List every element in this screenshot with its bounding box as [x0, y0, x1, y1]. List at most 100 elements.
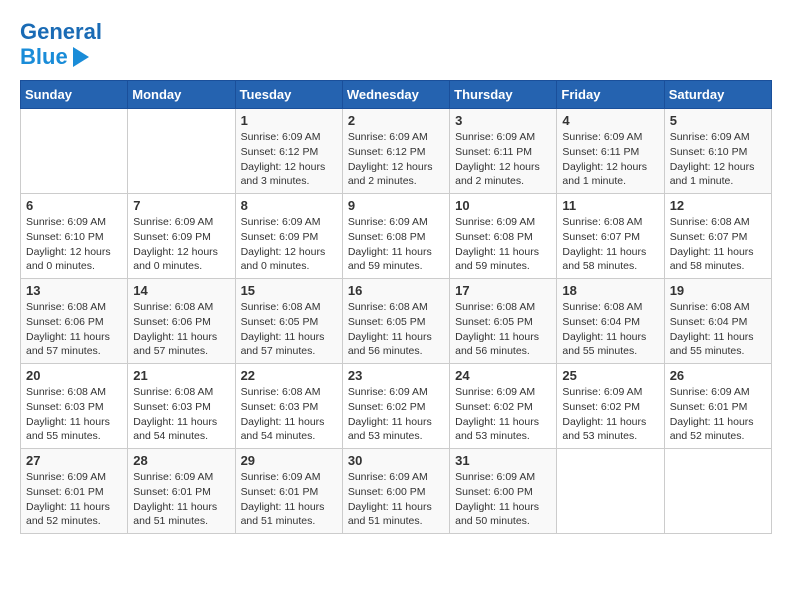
calendar-cell: 11 Sunrise: 6:08 AM Sunset: 6:07 PM Dayli… — [557, 194, 664, 279]
calendar-cell: 15Sunrise: 6:08 AM Sunset: 6:05 PM Dayli… — [235, 279, 342, 364]
logo-arrow-icon — [73, 47, 89, 67]
day-number: 3 — [455, 113, 551, 128]
day-number: 28 — [133, 453, 229, 468]
day-number: 11 — [562, 198, 658, 213]
calendar-cell: 24Sunrise: 6:09 AM Sunset: 6:02 PM Dayli… — [450, 364, 557, 449]
day-info: Sunrise: 6:09 AM Sunset: 6:00 PM Dayligh… — [455, 470, 551, 529]
day-number: 29 — [241, 453, 337, 468]
day-info: Sunrise: 6:09 AM Sunset: 6:01 PM Dayligh… — [26, 470, 122, 529]
logo-blue: Blue — [20, 44, 68, 70]
calendar-cell: 14Sunrise: 6:08 AM Sunset: 6:06 PM Dayli… — [128, 279, 235, 364]
day-info: Sunrise: 6:09 AM Sunset: 6:11 PM Dayligh… — [562, 130, 658, 189]
day-info: Sunrise: 6:08 AM Sunset: 6:04 PM Dayligh… — [562, 300, 658, 359]
day-number: 2 — [348, 113, 444, 128]
logo-text: General Blue — [20, 20, 102, 70]
day-number: 7 — [133, 198, 229, 213]
day-info: Sunrise: 6:09 AM Sunset: 6:09 PM Dayligh… — [133, 215, 229, 274]
calendar-cell: 28 Sunrise: 6:09 AM Sunset: 6:01 PM Dayli… — [128, 449, 235, 534]
day-number: 20 — [26, 368, 122, 383]
day-number: 31 — [455, 453, 551, 468]
calendar-week-4: 20 Sunrise: 6:08 AM Sunset: 6:03 PM Dayli… — [21, 364, 772, 449]
header-saturday: Saturday — [664, 81, 771, 109]
header-wednesday: Wednesday — [342, 81, 449, 109]
day-info: Sunrise: 6:09 AM Sunset: 6:02 PM Dayligh… — [562, 385, 658, 444]
page-header: General Blue — [20, 20, 772, 70]
day-info: Sunrise: 6:09 AM Sunset: 6:01 PM Dayligh… — [133, 470, 229, 529]
day-info: Sunrise: 6:09 AM Sunset: 6:12 PM Dayligh… — [348, 130, 444, 189]
day-info: Sunrise: 6:09 AM Sunset: 6:00 PM Dayligh… — [348, 470, 444, 529]
day-number: 19 — [670, 283, 766, 298]
day-number: 10 — [455, 198, 551, 213]
calendar-cell: 25 Sunrise: 6:09 AM Sunset: 6:02 PM Dayli… — [557, 364, 664, 449]
calendar-cell — [557, 449, 664, 534]
calendar-cell: 31 Sunrise: 6:09 AM Sunset: 6:00 PM Dayli… — [450, 449, 557, 534]
day-info: Sunrise: 6:09 AM Sunset: 6:08 PM Dayligh… — [455, 215, 551, 274]
day-number: 23 — [348, 368, 444, 383]
day-number: 27 — [26, 453, 122, 468]
calendar-cell: 17 Sunrise: 6:08 AM Sunset: 6:05 PM Dayli… — [450, 279, 557, 364]
calendar-cell: 30 Sunrise: 6:09 AM Sunset: 6:00 PM Dayli… — [342, 449, 449, 534]
day-number: 1 — [241, 113, 337, 128]
calendar-cell: 21 Sunrise: 6:08 AM Sunset: 6:03 PM Dayli… — [128, 364, 235, 449]
day-info: Sunrise: 6:09 AM Sunset: 6:02 PM Dayligh… — [348, 385, 444, 444]
day-info: Sunrise: 6:09 AM Sunset: 6:11 PM Dayligh… — [455, 130, 551, 189]
calendar-cell: 9 Sunrise: 6:09 AM Sunset: 6:08 PM Daylig… — [342, 194, 449, 279]
calendar-cell: 4 Sunrise: 6:09 AM Sunset: 6:11 PM Daylig… — [557, 109, 664, 194]
calendar-cell: 7 Sunrise: 6:09 AM Sunset: 6:09 PM Daylig… — [128, 194, 235, 279]
calendar-cell — [128, 109, 235, 194]
calendar-cell: 3 Sunrise: 6:09 AM Sunset: 6:11 PM Daylig… — [450, 109, 557, 194]
day-info: Sunrise: 6:09 AM Sunset: 6:12 PM Dayligh… — [241, 130, 337, 189]
calendar-table: SundayMondayTuesdayWednesdayThursdayFrid… — [20, 80, 772, 534]
calendar-cell: 12 Sunrise: 6:08 AM Sunset: 6:07 PM Dayli… — [664, 194, 771, 279]
calendar-header-row: SundayMondayTuesdayWednesdayThursdayFrid… — [21, 81, 772, 109]
day-info: Sunrise: 6:08 AM Sunset: 6:03 PM Dayligh… — [133, 385, 229, 444]
day-number: 13 — [26, 283, 122, 298]
day-number: 25 — [562, 368, 658, 383]
day-info: Sunrise: 6:09 AM Sunset: 6:09 PM Dayligh… — [241, 215, 337, 274]
day-info: Sunrise: 6:08 AM Sunset: 6:07 PM Dayligh… — [562, 215, 658, 274]
day-info: Sunrise: 6:08 AM Sunset: 6:07 PM Dayligh… — [670, 215, 766, 274]
calendar-cell: 13Sunrise: 6:08 AM Sunset: 6:06 PM Dayli… — [21, 279, 128, 364]
header-thursday: Thursday — [450, 81, 557, 109]
header-friday: Friday — [557, 81, 664, 109]
calendar-cell: 22Sunrise: 6:08 AM Sunset: 6:03 PM Dayli… — [235, 364, 342, 449]
calendar-cell: 16Sunrise: 6:08 AM Sunset: 6:05 PM Dayli… — [342, 279, 449, 364]
day-number: 4 — [562, 113, 658, 128]
day-number: 21 — [133, 368, 229, 383]
calendar-cell: 8 Sunrise: 6:09 AM Sunset: 6:09 PM Daylig… — [235, 194, 342, 279]
calendar-cell: 20 Sunrise: 6:08 AM Sunset: 6:03 PM Dayli… — [21, 364, 128, 449]
calendar-cell: 26Sunrise: 6:09 AM Sunset: 6:01 PM Dayli… — [664, 364, 771, 449]
day-info: Sunrise: 6:08 AM Sunset: 6:03 PM Dayligh… — [26, 385, 122, 444]
day-info: Sunrise: 6:09 AM Sunset: 6:10 PM Dayligh… — [670, 130, 766, 189]
calendar-cell: 1 Sunrise: 6:09 AM Sunset: 6:12 PM Daylig… — [235, 109, 342, 194]
day-number: 17 — [455, 283, 551, 298]
header-sunday: Sunday — [21, 81, 128, 109]
day-number: 30 — [348, 453, 444, 468]
day-info: Sunrise: 6:09 AM Sunset: 6:02 PM Dayligh… — [455, 385, 551, 444]
day-info: Sunrise: 6:09 AM Sunset: 6:10 PM Dayligh… — [26, 215, 122, 274]
day-number: 8 — [241, 198, 337, 213]
day-info: Sunrise: 6:08 AM Sunset: 6:06 PM Dayligh… — [133, 300, 229, 359]
logo: General Blue — [20, 20, 102, 70]
calendar-cell: 18Sunrise: 6:08 AM Sunset: 6:04 PM Dayli… — [557, 279, 664, 364]
day-number: 5 — [670, 113, 766, 128]
calendar-cell: 2 Sunrise: 6:09 AM Sunset: 6:12 PM Daylig… — [342, 109, 449, 194]
calendar-cell: 27 Sunrise: 6:09 AM Sunset: 6:01 PM Dayli… — [21, 449, 128, 534]
calendar-cell: 6Sunrise: 6:09 AM Sunset: 6:10 PM Daylig… — [21, 194, 128, 279]
day-info: Sunrise: 6:08 AM Sunset: 6:03 PM Dayligh… — [241, 385, 337, 444]
calendar-cell — [664, 449, 771, 534]
header-monday: Monday — [128, 81, 235, 109]
day-info: Sunrise: 6:09 AM Sunset: 6:08 PM Dayligh… — [348, 215, 444, 274]
calendar-cell: 19Sunrise: 6:08 AM Sunset: 6:04 PM Dayli… — [664, 279, 771, 364]
day-number: 15 — [241, 283, 337, 298]
calendar-week-3: 13 Sunrise: 6:08 AM Sunset: 6:06 PM Dayli… — [21, 279, 772, 364]
logo-general: General — [20, 19, 102, 44]
day-number: 12 — [670, 198, 766, 213]
calendar-week-2: 6Sunrise: 6:09 AM Sunset: 6:10 PM Daylig… — [21, 194, 772, 279]
day-number: 26 — [670, 368, 766, 383]
day-number: 9 — [348, 198, 444, 213]
calendar-week-5: 27 Sunrise: 6:09 AM Sunset: 6:01 PM Dayli… — [21, 449, 772, 534]
day-info: Sunrise: 6:08 AM Sunset: 6:05 PM Dayligh… — [455, 300, 551, 359]
calendar-week-1: 1 Sunrise: 6:09 AM Sunset: 6:12 PM Daylig… — [21, 109, 772, 194]
day-number: 16 — [348, 283, 444, 298]
